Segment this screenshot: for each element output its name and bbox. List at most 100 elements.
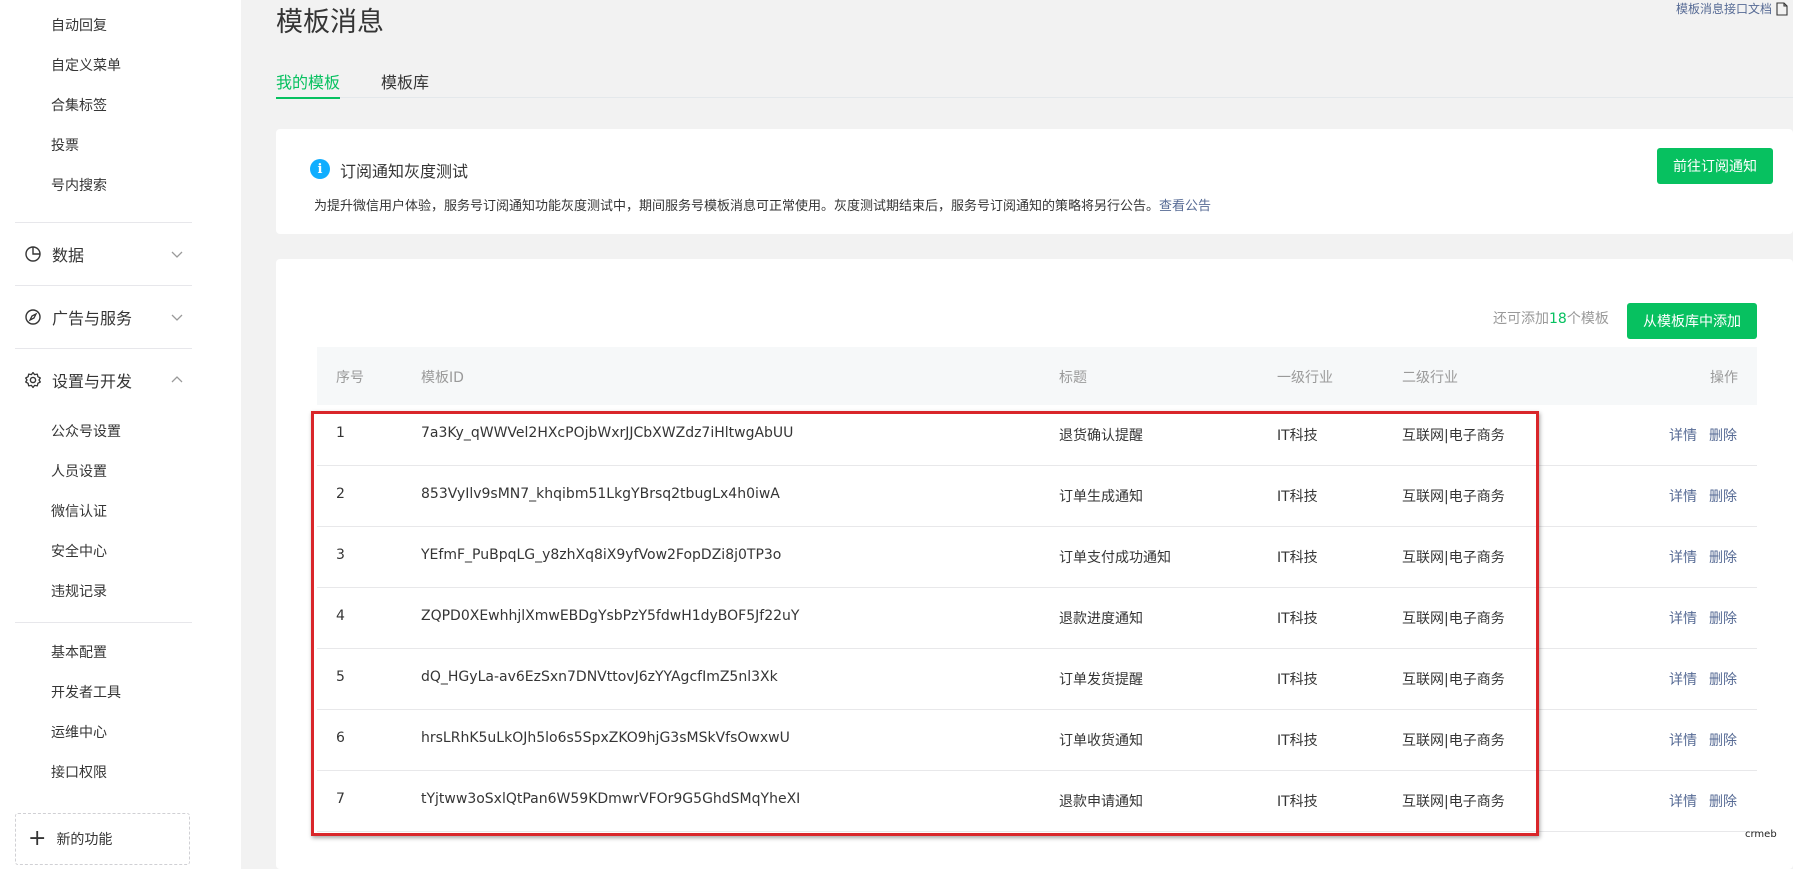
- detail-link[interactable]: 详情: [1669, 669, 1697, 689]
- column-header-title: 标题: [1059, 370, 1087, 386]
- sidebar-section-data[interactable]: 数据: [24, 244, 184, 265]
- detail-link[interactable]: 详情: [1669, 608, 1697, 628]
- compass-icon: [24, 308, 42, 326]
- new-feature-label: 新的功能: [56, 832, 113, 848]
- row-index: 2: [336, 486, 345, 502]
- row-index: 4: [336, 608, 345, 624]
- row-template-id: 853VyIlv9sMN7_khqibm51LkgYBrsq2tbugLx4h0…: [421, 486, 780, 502]
- sidebar-divider: [15, 622, 192, 623]
- delete-link[interactable]: 删除: [1709, 547, 1737, 567]
- chart-pie-icon: [24, 245, 42, 263]
- delete-link[interactable]: 删除: [1709, 608, 1737, 628]
- doc-link-label: 模板消息接口文档: [1676, 2, 1773, 16]
- row-title: 订单生成通知: [1059, 489, 1143, 505]
- delete-link[interactable]: 删除: [1709, 791, 1737, 811]
- table-row: 4 ZQPD0XEwhhjlXmwEBDgYsbPzY5fdwH1dyBOF5J…: [317, 588, 1757, 649]
- row-template-id: 7a3Ky_qWWVel2HXcPOjbWxrJJCbXWZdz7iHltwgA…: [421, 425, 794, 441]
- row-title: 订单发货提醒: [1059, 672, 1143, 688]
- row-template-id: tYjtww3oSxlQtPan6W59KDmwrVFOr9G5GhdSMqYh…: [421, 791, 801, 807]
- remaining-count-text: 还可添加18个模板: [1493, 308, 1609, 328]
- tab-template-library[interactable]: 模板库: [381, 69, 429, 93]
- sidebar-item-collection-tags[interactable]: 合集标签: [51, 95, 107, 115]
- sidebar-item-staff-settings[interactable]: 人员设置: [51, 461, 107, 481]
- remain-count: 18: [1549, 311, 1567, 327]
- template-list-card: 还可添加18个模板 从模板库中添加 序号 模板ID 标题 一级行业 二级行业 操…: [276, 259, 1793, 869]
- delete-link[interactable]: 删除: [1709, 730, 1737, 750]
- detail-link[interactable]: 详情: [1669, 730, 1697, 750]
- watermark: crmeb: [1745, 829, 1777, 840]
- sidebar-divider: [15, 222, 192, 223]
- table-row: 1 7a3Ky_qWWVel2HXcPOjbWxrJJCbXWZdz7iHltw…: [317, 405, 1757, 466]
- sidebar-section-label: 数据: [52, 246, 85, 265]
- sidebar-item-custom-menu[interactable]: 自定义菜单: [51, 55, 121, 75]
- table-header: 序号 模板ID 标题 一级行业 二级行业 操作: [317, 347, 1757, 405]
- sidebar: 自动回复 自定义菜单 合集标签 投票 号内搜索 数据 广告与服务 设置与开发 公…: [0, 0, 241, 869]
- template-api-doc-link[interactable]: 模板消息接口文档: [1676, 0, 1788, 17]
- sidebar-section-ads[interactable]: 广告与服务: [24, 307, 184, 328]
- add-from-library-button[interactable]: 从模板库中添加: [1627, 303, 1757, 339]
- sidebar-section-settings[interactable]: 设置与开发: [24, 370, 184, 391]
- row-industry1: IT科技: [1277, 672, 1318, 688]
- row-industry1: IT科技: [1277, 733, 1318, 749]
- column-header-index: 序号: [336, 370, 364, 386]
- sidebar-item-basic-config[interactable]: 基本配置: [51, 642, 107, 662]
- detail-link[interactable]: 详情: [1669, 486, 1697, 506]
- detail-link[interactable]: 详情: [1669, 791, 1697, 811]
- row-industry2: 互联网|电子商务: [1402, 611, 1505, 627]
- tab-my-templates[interactable]: 我的模板: [276, 69, 341, 99]
- row-template-id: ZQPD0XEwhhjlXmwEBDgYsbPzY5fdwH1dyBOF5Jf2…: [421, 608, 800, 624]
- row-template-id: YEfmF_PuBpqLG_y8zhXq8iX9yfVow2FopDZi8j0T…: [421, 547, 782, 563]
- row-title: 退款申请通知: [1059, 794, 1143, 810]
- row-index: 5: [336, 669, 345, 685]
- column-header-industry2: 二级行业: [1402, 370, 1458, 386]
- row-industry1: IT科技: [1277, 794, 1318, 810]
- detail-link[interactable]: 详情: [1669, 547, 1697, 567]
- row-template-id: dQ_HGyLa-av6EzSxn7DNVttovJ6zYYAgcfImZ5nl…: [421, 669, 778, 685]
- row-index: 6: [336, 730, 345, 746]
- sidebar-item-api-permissions[interactable]: 接口权限: [51, 762, 107, 782]
- delete-link[interactable]: 删除: [1709, 425, 1737, 445]
- row-index: 3: [336, 547, 345, 563]
- go-subscription-button[interactable]: 前往订阅通知: [1657, 148, 1773, 184]
- chevron-down-icon: [170, 247, 184, 261]
- notice-body: 为提升微信用户体验，服务号订阅通知功能灰度测试中，期间服务号模板消息可正常使用。…: [314, 199, 1160, 214]
- tab-bar: 我的模板 模板库: [276, 60, 1793, 99]
- plus-icon: +: [28, 826, 47, 851]
- document-icon: [1776, 1, 1788, 16]
- row-title: 退货确认提醒: [1059, 428, 1143, 444]
- row-index: 7: [336, 791, 345, 807]
- view-announcement-link[interactable]: 查看公告: [1159, 199, 1211, 214]
- sidebar-item-security[interactable]: 安全中心: [51, 541, 107, 561]
- row-index: 1: [336, 425, 345, 441]
- new-feature-button[interactable]: + 新的功能: [15, 813, 190, 865]
- sidebar-item-search[interactable]: 号内搜索: [51, 175, 107, 195]
- row-industry1: IT科技: [1277, 489, 1318, 505]
- column-header-template-id: 模板ID: [421, 370, 464, 386]
- sidebar-item-account-settings[interactable]: 公众号设置: [51, 421, 121, 441]
- table-row: 3 YEfmF_PuBpqLG_y8zhXq8iX9yfVow2FopDZi8j…: [317, 527, 1757, 588]
- row-industry2: 互联网|电子商务: [1402, 794, 1505, 810]
- sidebar-item-auto-reply[interactable]: 自动回复: [51, 15, 107, 35]
- table-row: 2 853VyIlv9sMN7_khqibm51LkgYBrsq2tbugLx4…: [317, 466, 1757, 527]
- sidebar-item-dev-tools[interactable]: 开发者工具: [51, 682, 121, 702]
- notice-title: 订阅通知灰度测试: [340, 162, 469, 181]
- sidebar-item-vote[interactable]: 投票: [51, 135, 79, 155]
- sidebar-item-ops-center[interactable]: 运维中心: [51, 722, 107, 742]
- page-title: 模板消息: [276, 7, 384, 38]
- row-industry2: 互联网|电子商务: [1402, 428, 1505, 444]
- row-industry2: 互联网|电子商务: [1402, 733, 1505, 749]
- sidebar-item-wechat-verify[interactable]: 微信认证: [51, 501, 107, 521]
- chevron-down-icon: [170, 310, 184, 324]
- column-header-industry1: 一级行业: [1277, 370, 1333, 386]
- sidebar-divider: [15, 348, 192, 349]
- row-title: 订单收货通知: [1059, 733, 1143, 749]
- column-header-actions: 操作: [1710, 370, 1738, 386]
- delete-link[interactable]: 删除: [1709, 669, 1737, 689]
- gear-icon: [24, 371, 42, 389]
- sidebar-section-label: 设置与开发: [52, 372, 133, 391]
- delete-link[interactable]: 删除: [1709, 486, 1737, 506]
- sidebar-item-violations[interactable]: 违规记录: [51, 581, 107, 601]
- detail-link[interactable]: 详情: [1669, 425, 1697, 445]
- row-industry2: 互联网|电子商务: [1402, 550, 1505, 566]
- notice-text: 为提升微信用户体验，服务号订阅通知功能灰度测试中，期间服务号模板消息可正常使用。…: [314, 195, 1211, 214]
